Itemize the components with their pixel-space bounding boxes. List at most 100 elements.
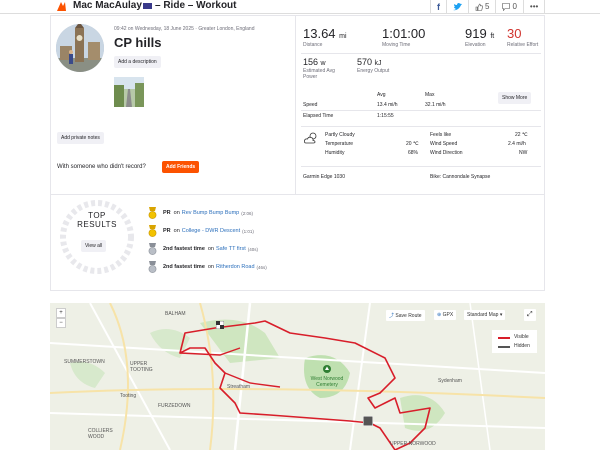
achievement-on: on bbox=[207, 264, 214, 270]
map-label-summerstown: SUMMERSTOWN bbox=[64, 359, 105, 365]
activity-info-panel: 09:42 on Wednesday, 18 June 2025 · Great… bbox=[51, 16, 296, 194]
segment-link[interactable]: Rev Bump Bump Bump bbox=[182, 210, 239, 216]
chevron-down-icon: ▾ bbox=[499, 312, 503, 318]
silver-medal-icon bbox=[148, 261, 157, 273]
top-results-title: TOP RESULTS bbox=[71, 211, 123, 229]
moving-time-stat: 1:01:00 Moving Time bbox=[382, 26, 425, 48]
feels-like-value: 22 ℃ bbox=[515, 132, 528, 138]
show-more-button[interactable]: Show More bbox=[498, 92, 532, 104]
more-options-button[interactable]: ••• bbox=[522, 0, 546, 13]
relative-effort-value: 30 bbox=[507, 26, 522, 41]
top-results-section: TOP RESULTS View all PR on Rev Bump Bump … bbox=[51, 194, 545, 292]
distance-label: Distance bbox=[303, 42, 323, 48]
record-question: With someone who didn't record? bbox=[57, 164, 146, 170]
activity-title[interactable]: CP hills bbox=[114, 35, 161, 50]
activity-photo-image bbox=[114, 77, 144, 107]
comments-count: 0 bbox=[512, 2, 517, 11]
twitter-icon bbox=[453, 2, 462, 10]
facebook-share-button[interactable]: f bbox=[430, 0, 446, 13]
ellipsis-icon: ••• bbox=[529, 2, 539, 11]
col-avg-header: Avg bbox=[377, 92, 386, 98]
map-style-select[interactable]: Standard Map ▾ bbox=[464, 310, 506, 320]
achievement-row: PR on Rev Bump Bump Bump (2:06) bbox=[147, 207, 253, 219]
achievement-rank: 2nd fastest time bbox=[163, 246, 205, 252]
athlete-name[interactable]: Mac MacAulay bbox=[73, 0, 142, 11]
comments-button[interactable]: 0 bbox=[495, 0, 522, 13]
distance-value: 13.64 bbox=[303, 26, 336, 41]
wind-speed-label: Wind Speed bbox=[430, 141, 458, 147]
view-all-button[interactable]: View all bbox=[81, 240, 107, 252]
activity-type: – Ride – Workout bbox=[155, 0, 237, 11]
col-max-header: Max bbox=[425, 92, 435, 98]
bike-name[interactable]: Bike: Cannondale Synapse bbox=[430, 174, 490, 180]
moving-time-value: 1:01:00 bbox=[382, 26, 426, 41]
zoom-in-button[interactable]: + bbox=[56, 308, 66, 318]
map-label-furzedown: FURZEDOWN bbox=[158, 403, 191, 409]
fullscreen-icon: ⤢ bbox=[527, 311, 533, 318]
comment-icon bbox=[502, 2, 511, 11]
activity-summary-card: 09:42 on Wednesday, 18 June 2025 · Great… bbox=[50, 15, 545, 291]
top-results-line2: RESULTS bbox=[77, 220, 117, 229]
speed-label: Speed bbox=[303, 102, 318, 108]
partly-cloudy-icon bbox=[304, 132, 317, 144]
save-route-label: Save Route bbox=[395, 313, 422, 319]
elevation-value: 919 bbox=[465, 26, 487, 41]
feels-like-label: Feels like bbox=[430, 132, 452, 138]
visible-line-swatch bbox=[498, 337, 510, 339]
photo-marker-icon[interactable] bbox=[363, 416, 373, 426]
energy-label: Energy Output bbox=[357, 68, 390, 74]
zoom-out-button[interactable]: − bbox=[56, 318, 66, 328]
elevation-unit: ft bbox=[490, 33, 495, 40]
add-description-button[interactable]: Add a description bbox=[114, 56, 161, 68]
humidity-value: 68% bbox=[408, 150, 419, 156]
speed-max: 32.1 mi/h bbox=[425, 102, 446, 108]
save-route-button[interactable]: ⤴ Save Route bbox=[386, 310, 425, 321]
fullscreen-button[interactable]: ⤢ bbox=[524, 309, 536, 321]
facebook-icon: f bbox=[437, 1, 440, 12]
power-unit: w bbox=[320, 60, 326, 67]
legend-visible-label: Visible bbox=[514, 334, 529, 340]
activity-datetime-location: 09:42 on Wednesday, 18 June 2025 · Great… bbox=[114, 26, 255, 32]
ride-activity-icon bbox=[57, 2, 66, 11]
add-friends-button[interactable]: Add Friends bbox=[162, 161, 200, 173]
activity-stats-panel: 13.64 mi Distance 1:01:00 Moving Time 91… bbox=[297, 16, 545, 194]
map-label-west-norwood: West Norwood Cemetery bbox=[310, 376, 344, 388]
flag-icon bbox=[143, 3, 152, 9]
wind-direction-label: Wind Direction bbox=[430, 150, 463, 156]
share-actions: f 5 0 ••• bbox=[430, 0, 546, 13]
elevation-stat: 919 ft Elevation bbox=[465, 26, 494, 48]
relative-effort-stat[interactable]: 30 Relative Effort bbox=[507, 26, 538, 48]
segment-time: (40s) bbox=[247, 246, 259, 252]
route-line bbox=[179, 320, 431, 450]
power-label: Estimated Avg Power bbox=[303, 68, 335, 80]
segment-link[interactable]: College - DWR Descent bbox=[182, 228, 240, 234]
download-icon: ⊕ bbox=[437, 312, 442, 318]
gold-medal-icon bbox=[148, 225, 157, 237]
power-value: 156 bbox=[303, 57, 319, 67]
add-private-notes-button[interactable]: Add private notes bbox=[57, 132, 104, 144]
wind-direction-value: NW bbox=[519, 150, 528, 156]
activity-photo[interactable] bbox=[114, 77, 144, 107]
thumbs-up-icon bbox=[475, 3, 483, 11]
elapsed-time-label: Elapsed Time bbox=[303, 113, 334, 119]
gpx-button[interactable]: ⊕ GPX bbox=[434, 310, 457, 320]
elapsed-time-value: 1:15:55 bbox=[377, 113, 394, 119]
route-icon: ⤴ bbox=[389, 313, 395, 319]
silver-medal-icon bbox=[148, 243, 157, 255]
segment-link[interactable]: Ritherdon Road bbox=[216, 264, 255, 270]
twitter-share-button[interactable] bbox=[446, 0, 468, 13]
segment-link[interactable]: Safe TT first bbox=[216, 246, 246, 252]
achievement-on: on bbox=[207, 246, 214, 252]
achievement-rank: PR bbox=[163, 228, 171, 234]
map-label-balham: BALHAM bbox=[165, 311, 186, 317]
speed-avg: 13.4 mi/h bbox=[377, 102, 398, 108]
temperature-value: 20 ℃ bbox=[406, 141, 419, 147]
achievement-rank: PR bbox=[163, 210, 171, 216]
map-legend: Visible Hidden bbox=[492, 330, 537, 353]
map-label-colliers-wood: COLLIERS WOOD bbox=[88, 428, 113, 440]
kudos-button[interactable]: 5 bbox=[468, 0, 495, 13]
kudos-count: 5 bbox=[485, 2, 490, 11]
relative-effort-label: Relative Effort bbox=[507, 42, 539, 48]
athlete-avatar[interactable] bbox=[56, 24, 104, 72]
route-map[interactable]: + − ⤴ Save Route ⊕ GPX Standard Map ▾ ⤢ … bbox=[50, 303, 545, 450]
